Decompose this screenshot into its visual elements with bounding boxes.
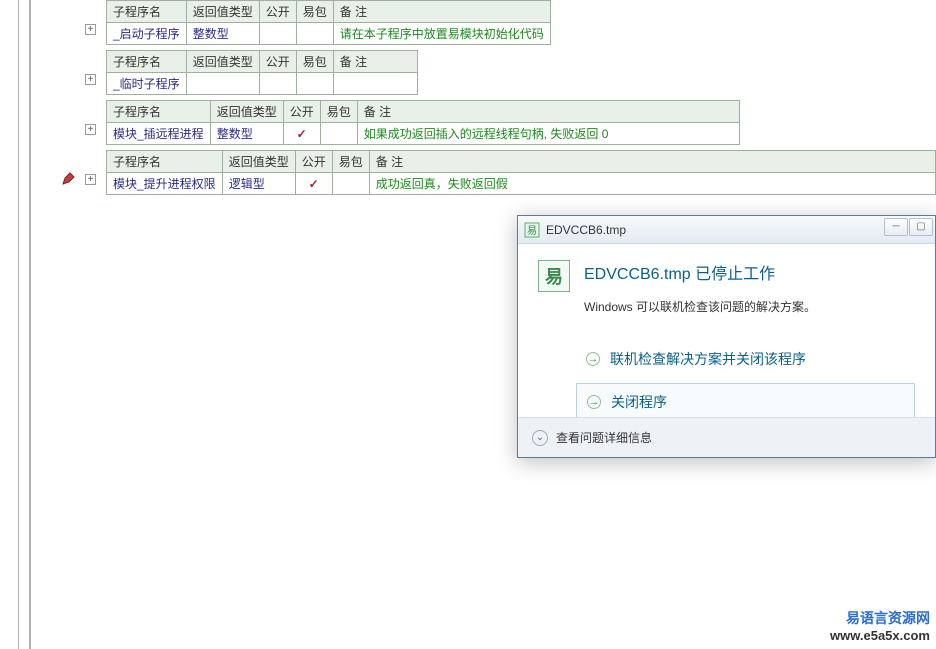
option-check-online[interactable]: → 联机检查解决方案并关闭该程序 <box>576 341 915 377</box>
col-name[interactable]: 子程序名 <box>107 151 223 173</box>
dialog-title-text: EDVCCB6.tmp <box>546 223 626 237</box>
header-row: 子程序名返回值类型公开易包备 注 <box>107 1 551 23</box>
expand-toggle[interactable]: + <box>85 74 96 85</box>
option-close-program[interactable]: → 关闭程序 <box>576 383 915 421</box>
expand-toggle[interactable]: + <box>85 24 96 35</box>
cell-name[interactable]: 模块_插远程进程 <box>107 123 211 145</box>
svg-text:易: 易 <box>527 225 537 237</box>
window-buttons: ─ ▢ <box>884 218 933 236</box>
col-easypkg[interactable]: 易包 <box>332 151 369 173</box>
subroutine-block: +子程序名返回值类型公开易包备 注模块_提升进程权限逻辑型✓成功返回真，失败返回… <box>106 150 936 195</box>
col-easypkg[interactable]: 易包 <box>320 101 357 123</box>
app-icon: 易 <box>524 222 540 238</box>
cell-name[interactable]: _启动子程序 <box>107 23 187 45</box>
col-return-type[interactable]: 返回值类型 <box>210 101 283 123</box>
cell-easypkg[interactable] <box>296 73 333 95</box>
subroutine-table: 子程序名返回值类型公开易包备 注_启动子程序整数型请在本子程序中放置易模块初始化… <box>106 0 551 45</box>
option-close-label: 关闭程序 <box>611 392 667 412</box>
crash-dialog: 易 EDVCCB6.tmp ─ ▢ 易 EDVCCB6.tmp 已停止工作 Wi… <box>517 215 936 458</box>
table-row[interactable]: 模块_插远程进程整数型✓ 如果成功返回插入的远程线程句柄, 失败返回 0 <box>107 123 740 145</box>
gutter: + <box>81 0 106 45</box>
cell-comment[interactable]: 请在本子程序中放置易模块初始化代码 <box>333 23 550 45</box>
dialog-subtext: Windows 可以联机检查该问题的解决方案。 <box>584 298 816 315</box>
cell-name[interactable]: 模块_提升进程权限 <box>107 173 223 195</box>
gutter: + <box>81 50 106 95</box>
cell-name[interactable]: _临时子程序 <box>107 73 187 95</box>
arrow-icon: → <box>586 352 600 366</box>
expand-toggle[interactable]: + <box>85 174 96 185</box>
cell-easypkg[interactable] <box>320 123 357 145</box>
dialog-titlebar[interactable]: 易 EDVCCB6.tmp ─ ▢ <box>518 216 935 244</box>
watermark-title: 易语言资源网 <box>830 608 930 628</box>
brand-icon: 易 <box>538 260 570 292</box>
watermark-url: www.e5a5x.com <box>830 628 930 643</box>
cell-public[interactable] <box>259 23 296 45</box>
col-easypkg[interactable]: 易包 <box>296 1 333 23</box>
col-return-type[interactable]: 返回值类型 <box>186 51 259 73</box>
header-row: 子程序名返回值类型公开易包备 注 <box>107 101 740 123</box>
cell-public[interactable]: ✓ <box>295 173 332 195</box>
subroutine-block: +子程序名返回值类型公开易包备 注_启动子程序整数型请在本子程序中放置易模块初始… <box>106 0 551 45</box>
subroutine-table: 子程序名返回值类型公开易包备 注_临时子程序 <box>106 50 418 95</box>
gutter: + <box>81 150 106 195</box>
subroutine-block: +子程序名返回值类型公开易包备 注_临时子程序 <box>106 50 418 95</box>
details-link[interactable]: 查看问题详细信息 <box>556 429 652 446</box>
col-comment[interactable]: 备 注 <box>357 101 739 123</box>
dialog-footer: ⌄ 查看问题详细信息 <box>518 417 935 457</box>
cell-easypkg[interactable] <box>296 23 333 45</box>
cell-return-type[interactable]: 整数型 <box>210 123 283 145</box>
table-row[interactable]: _临时子程序 <box>107 73 418 95</box>
col-return-type[interactable]: 返回值类型 <box>186 1 259 23</box>
cell-return-type[interactable]: 整数型 <box>186 23 259 45</box>
gutter: + <box>81 100 106 145</box>
cell-public[interactable] <box>259 73 296 95</box>
dialog-heading: EDVCCB6.tmp 已停止工作 <box>584 260 816 284</box>
minimize-button[interactable]: ─ <box>884 218 908 236</box>
watermark: 易语言资源网 www.e5a5x.com <box>830 608 930 643</box>
col-comment[interactable]: 备 注 <box>369 151 935 173</box>
col-return-type[interactable]: 返回值类型 <box>222 151 295 173</box>
col-public[interactable]: 公开 <box>295 151 332 173</box>
col-public[interactable]: 公开 <box>259 51 296 73</box>
col-comment[interactable]: 备 注 <box>333 51 417 73</box>
col-comment[interactable]: 备 注 <box>333 1 550 23</box>
maximize-button[interactable]: ▢ <box>909 218 933 236</box>
table-row[interactable]: _启动子程序整数型 请在本子程序中放置易模块初始化代码 <box>107 23 551 45</box>
col-easypkg[interactable]: 易包 <box>296 51 333 73</box>
cell-return-type[interactable] <box>186 73 259 95</box>
dialog-body: 易 EDVCCB6.tmp 已停止工作 Windows 可以联机检查该问题的解决… <box>518 244 935 421</box>
cell-public[interactable]: ✓ <box>283 123 320 145</box>
cell-comment[interactable]: 成功返回真，失败返回假 <box>369 173 935 195</box>
table-row[interactable]: 模块_提升进程权限逻辑型✓ 成功返回真，失败返回假 <box>107 173 936 195</box>
arrow-icon: → <box>587 395 601 409</box>
header-row: 子程序名返回值类型公开易包备 注 <box>107 151 936 173</box>
subroutine-table: 子程序名返回值类型公开易包备 注模块_提升进程权限逻辑型✓成功返回真，失败返回假 <box>106 150 936 195</box>
subroutine-block: +子程序名返回值类型公开易包备 注模块_插远程进程整数型✓如果成功返回插入的远程… <box>106 100 740 145</box>
pencil-icon <box>61 172 75 186</box>
cell-return-type[interactable]: 逻辑型 <box>222 173 295 195</box>
left-margin <box>18 0 30 649</box>
expand-toggle[interactable]: + <box>85 124 96 135</box>
col-public[interactable]: 公开 <box>259 1 296 23</box>
cell-comment[interactable] <box>333 73 417 95</box>
col-public[interactable]: 公开 <box>283 101 320 123</box>
cell-easypkg[interactable] <box>332 173 369 195</box>
chevron-down-icon[interactable]: ⌄ <box>532 430 548 446</box>
col-name[interactable]: 子程序名 <box>107 101 211 123</box>
col-name[interactable]: 子程序名 <box>107 51 187 73</box>
header-row: 子程序名返回值类型公开易包备 注 <box>107 51 418 73</box>
col-name[interactable]: 子程序名 <box>107 1 187 23</box>
subroutine-table: 子程序名返回值类型公开易包备 注模块_插远程进程整数型✓如果成功返回插入的远程线… <box>106 100 740 145</box>
cell-comment[interactable]: 如果成功返回插入的远程线程句柄, 失败返回 0 <box>357 123 739 145</box>
option-online-label: 联机检查解决方案并关闭该程序 <box>610 349 806 369</box>
